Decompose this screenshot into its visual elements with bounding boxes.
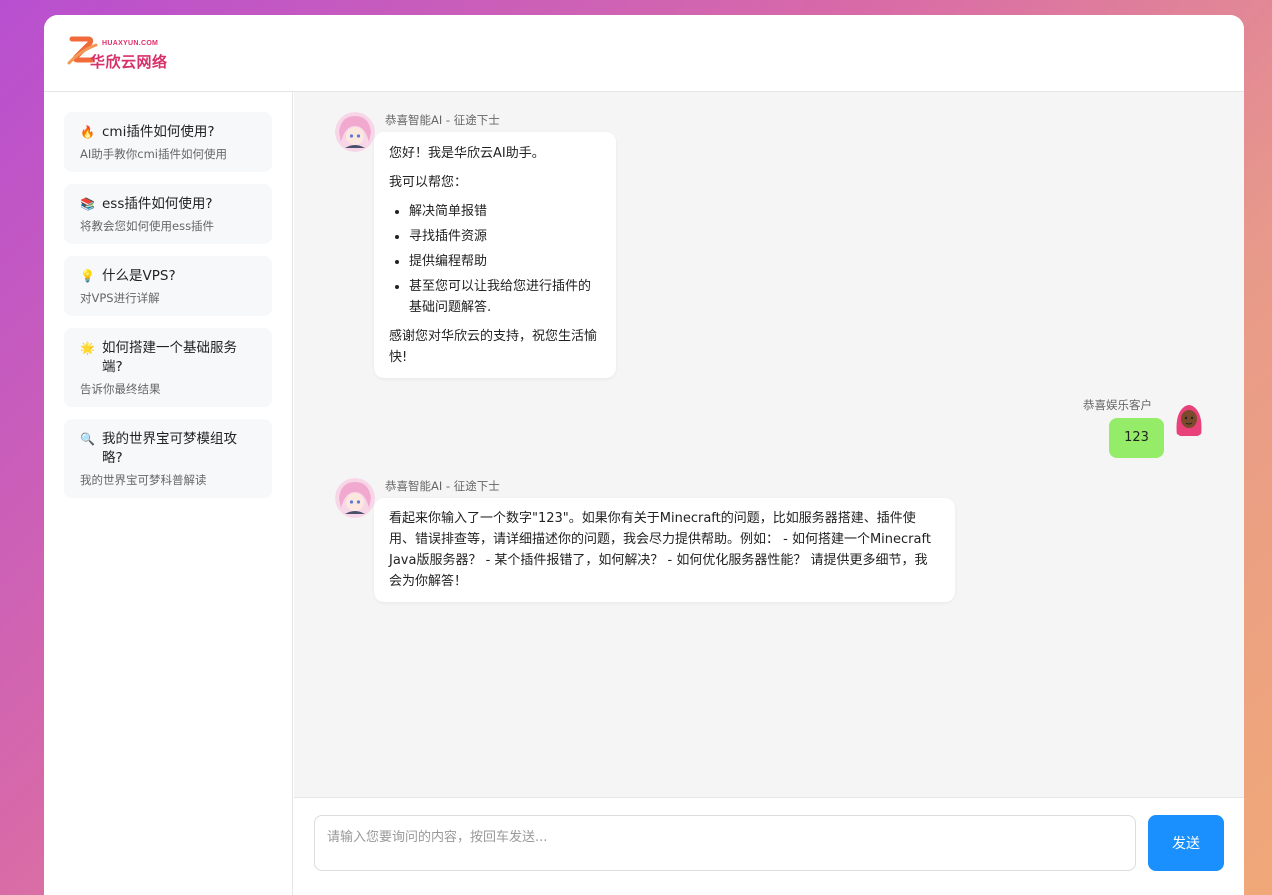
sidebar-item-server[interactable]: 🌟 如何搭建一个基础服务端? 告诉你最终结果 xyxy=(64,328,272,407)
sidebar-item-title: ess插件如何使用? xyxy=(102,196,213,212)
message-sender: 恭喜娱乐客户 xyxy=(1083,398,1152,412)
chat-area[interactable]: 恭喜智能AI - 征途下士 您好！我是华欣云AI助手。 我可以帮您： 解决简单报… xyxy=(294,92,1244,797)
message-outro: 感谢您对华欣云的支持，祝您生活愉快! xyxy=(389,329,598,365)
message-sender: 恭喜智能AI - 征途下士 xyxy=(385,113,500,127)
ai-avatar-icon xyxy=(335,478,375,518)
brand-name-en: HUAXYUN.COM xyxy=(102,40,159,47)
magnifier-icon: 🔍 xyxy=(80,432,95,446)
lightbulb-icon: 💡 xyxy=(80,269,95,283)
sidebar-item-desc: AI助手教你cmi插件如何使用 xyxy=(80,147,227,161)
user-avatar-icon xyxy=(1176,405,1202,436)
user-avatar xyxy=(1169,398,1209,438)
list-item: 甚至您可以让我给您进行插件的基础问题解答. xyxy=(409,276,601,318)
brand-logo[interactable]: HUAXYUN.COM 华欣云网络 xyxy=(66,31,176,73)
app-window: HUAXYUN.COM 华欣云网络 🔥 cmi插件如何使用? AI助手教你cmi插… xyxy=(44,15,1244,895)
fire-icon: 🔥 xyxy=(80,125,95,139)
message-intro: 我可以帮您： xyxy=(389,175,468,190)
message-input[interactable] xyxy=(314,815,1136,871)
message-list: 解决简单报错 寻找插件资源 提供编程帮助 甚至您可以让我给您进行插件的基础问题解… xyxy=(389,201,601,318)
sidebar-item-ess[interactable]: 📚 ess插件如何使用? 将教会您如何使用ess插件 xyxy=(64,184,272,244)
sidebar-item-title: 如何搭建一个基础服务端? xyxy=(102,340,237,375)
sidebar-item-desc: 将教会您如何使用ess插件 xyxy=(80,219,215,233)
sidebar-item-title: 什么是VPS? xyxy=(102,268,176,284)
star-icon: 🌟 xyxy=(80,341,95,355)
message-sender: 恭喜智能AI - 征途下士 xyxy=(385,479,500,493)
sidebar-item-desc: 对VPS进行详解 xyxy=(80,291,160,305)
user-message-bubble: 123 xyxy=(1109,418,1164,458)
list-item: 解决简单报错 xyxy=(409,201,601,222)
ai-avatar xyxy=(335,112,375,152)
sidebar-item-title: 我的世界宝可梦模组攻略? xyxy=(102,431,237,466)
sidebar-item-desc: 我的世界宝可梦科普解读 xyxy=(80,473,207,487)
ai-avatar-icon xyxy=(335,112,375,152)
list-item: 寻找插件资源 xyxy=(409,226,601,247)
header: HUAXYUN.COM 华欣云网络 xyxy=(44,15,1244,92)
books-icon: 📚 xyxy=(80,197,95,211)
ai-message-bubble: 看起来你输入了一个数字"123"。如果你有关于Minecraft的问题，比如服务… xyxy=(374,498,955,602)
send-button[interactable]: 发送 xyxy=(1148,815,1224,871)
sidebar-item-pokemon[interactable]: 🔍 我的世界宝可梦模组攻略? 我的世界宝可梦科普解读 xyxy=(64,419,272,498)
ai-message-bubble: 您好！我是华欣云AI助手。 我可以帮您： 解决简单报错 寻找插件资源 提供编程帮… xyxy=(374,132,616,378)
sidebar-item-title: cmi插件如何使用? xyxy=(102,124,215,140)
brand-name-cn: 华欣云网络 xyxy=(90,53,168,71)
sidebar-item-cmi[interactable]: 🔥 cmi插件如何使用? AI助手教你cmi插件如何使用 xyxy=(64,112,272,172)
input-bar: 发送 xyxy=(294,797,1244,895)
list-item: 提供编程帮助 xyxy=(409,251,601,272)
ai-avatar xyxy=(335,478,375,518)
message-greeting: 您好！我是华欣云AI助手。 xyxy=(389,146,545,161)
sidebar-item-vps[interactable]: 💡 什么是VPS? 对VPS进行详解 xyxy=(64,256,272,316)
sidebar-item-desc: 告诉你最终结果 xyxy=(80,382,161,396)
sidebar: 🔥 cmi插件如何使用? AI助手教你cmi插件如何使用 📚 ess插件如何使用? … xyxy=(44,92,293,895)
